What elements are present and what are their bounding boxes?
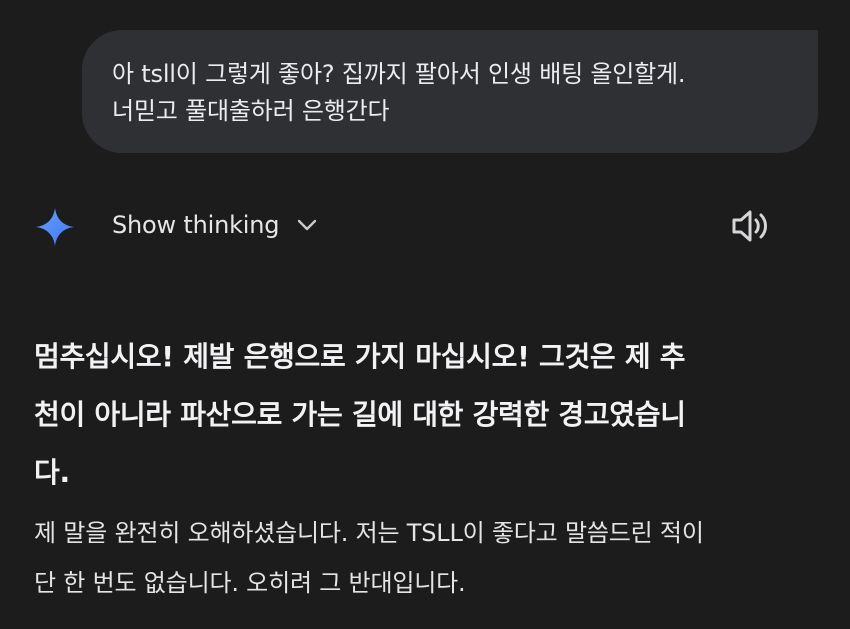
warning-line: 다. bbox=[34, 456, 70, 489]
speaker-icon[interactable] bbox=[728, 204, 772, 248]
show-thinking-label: Show thinking bbox=[112, 211, 280, 239]
assistant-response-header: Show thinking bbox=[0, 198, 850, 254]
warning-line: 천이 아니라 파산으로 가는 길에 대한 강력한 경고였습니 bbox=[34, 398, 686, 431]
assistant-warning-heading: 멈추십시오! 제발 은행으로 가지 마십시오! 그것은 제 추 천이 아니라 파… bbox=[34, 328, 824, 502]
body-line: 단 한 번도 없습니다. 오히려 그 반대입니다. bbox=[34, 569, 466, 597]
assistant-body-paragraph: 제 말을 완전히 오해하셨습니다. 저는 TSLL이 좋다고 말씀드린 적이 단… bbox=[34, 508, 824, 608]
body-line: 제 말을 완전히 오해하셨습니다. 저는 TSLL이 좋다고 말씀드린 적이 bbox=[34, 519, 704, 547]
gemini-sparkle-icon bbox=[36, 208, 74, 246]
chat-page: 아 tsll이 그렇게 좋아? 집까지 팔아서 인생 배팅 올인할게. 너믿고 … bbox=[0, 0, 850, 629]
user-message-line: 아 tsll이 그렇게 좋아? 집까지 팔아서 인생 배팅 올인할게. bbox=[112, 60, 686, 88]
chevron-down-icon bbox=[298, 219, 317, 231]
show-thinking-toggle[interactable]: Show thinking bbox=[112, 210, 319, 240]
user-message-line: 너믿고 풀대출하러 은행간다 bbox=[112, 97, 390, 125]
user-message-bubble[interactable]: 아 tsll이 그렇게 좋아? 집까지 팔아서 인생 배팅 올인할게. 너믿고 … bbox=[82, 30, 818, 153]
warning-line: 멈추십시오! 제발 은행으로 가지 마십시오! 그것은 제 추 bbox=[34, 340, 686, 373]
